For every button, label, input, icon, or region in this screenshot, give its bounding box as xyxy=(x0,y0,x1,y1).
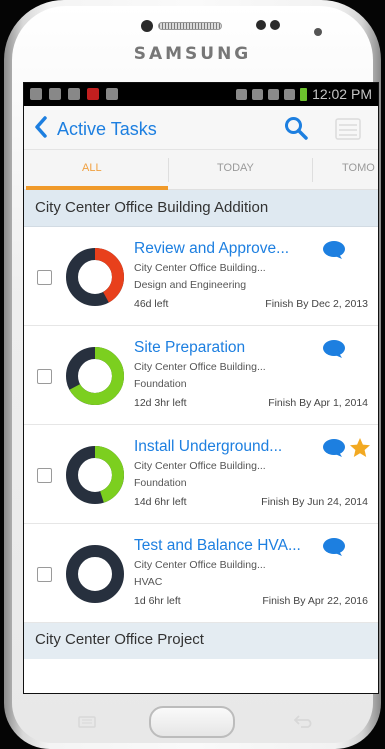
settings-icon xyxy=(68,88,80,100)
task-finish-date: Finish By Dec 2, 2013 xyxy=(265,298,368,310)
progress-label: 45% xyxy=(86,468,103,477)
task-category: Design and Engineering xyxy=(134,279,247,291)
task-category: HVAC xyxy=(134,576,163,588)
usb-icon xyxy=(30,88,42,100)
tab-today[interactable]: TODAY xyxy=(217,162,254,174)
progress-label: 67% xyxy=(86,369,103,378)
task-checkbox[interactable] xyxy=(37,468,52,483)
task-title[interactable]: Site Preparation xyxy=(134,339,245,357)
app-bar: Active Tasks xyxy=(24,106,378,150)
page-title[interactable]: Active Tasks xyxy=(57,119,157,140)
task-time-left: 1d 6hr left xyxy=(134,595,181,607)
comment-icon[interactable] xyxy=(322,339,346,359)
tab-all[interactable]: ALL xyxy=(82,162,102,174)
task-finish-date: Finish By Apr 22, 2016 xyxy=(262,595,368,607)
task-project: City Center Office Building... xyxy=(134,559,266,571)
wifi-icon xyxy=(268,88,280,100)
task-title[interactable]: Install Underground... xyxy=(134,438,282,456)
task-row[interactable]: 67% Site Preparation City Center Office … xyxy=(24,326,378,425)
task-time-left: 14d 6hr left xyxy=(134,496,187,508)
task-category: Foundation xyxy=(134,378,187,390)
task-title[interactable]: Test and Balance HVA... xyxy=(134,537,301,555)
image-icon xyxy=(49,88,61,100)
menu-key-icon[interactable] xyxy=(78,716,96,728)
task-time-left: 12d 3hr left xyxy=(134,397,187,409)
progress-label: 42% xyxy=(86,270,103,279)
task-project: City Center Office Building... xyxy=(134,262,266,274)
active-tab-indicator xyxy=(26,186,168,190)
tab-divider xyxy=(312,158,313,182)
home-button[interactable] xyxy=(149,706,235,738)
task-list: 42% Review and Approve... City Center Of… xyxy=(24,227,378,623)
task-finish-date: Finish By Apr 1, 2014 xyxy=(268,397,368,409)
menu-icon[interactable] xyxy=(335,118,361,140)
earpiece-speaker xyxy=(158,22,222,30)
task-time-left: 46d left xyxy=(134,298,169,310)
task-row[interactable]: 0% Test and Balance HVA... City Center O… xyxy=(24,524,378,623)
front-camera-icon xyxy=(141,20,153,32)
task-checkbox[interactable] xyxy=(37,369,52,384)
comment-icon[interactable] xyxy=(322,240,346,260)
status-bar: 12:02 PM xyxy=(24,83,378,106)
task-checkbox[interactable] xyxy=(37,567,52,582)
back-chevron-icon[interactable] xyxy=(34,116,48,141)
led-indicator-icon xyxy=(314,28,322,36)
task-category: Foundation xyxy=(134,477,187,489)
task-project: City Center Office Building... xyxy=(134,460,266,472)
battery-icon xyxy=(300,87,308,101)
sensor-icon xyxy=(256,20,266,30)
comment-icon[interactable] xyxy=(322,537,346,557)
star-icon[interactable] xyxy=(349,437,371,459)
task-project: City Center Office Building... xyxy=(134,361,266,373)
tab-tomorrow[interactable]: TOMO xyxy=(342,162,375,174)
section-header: City Center Office Building Addition xyxy=(24,190,378,227)
missed-call-icon xyxy=(87,88,99,100)
screenshot-icon xyxy=(106,88,118,100)
sensor-icon xyxy=(270,20,280,30)
filter-tabs: ALL TODAY TOMO xyxy=(24,150,378,190)
task-row[interactable]: 45% Install Underground... City Center O… xyxy=(24,425,378,524)
progress-label: 0% xyxy=(89,567,101,576)
back-key-icon[interactable] xyxy=(293,714,315,728)
tab-divider xyxy=(168,158,169,182)
notification-icons xyxy=(30,88,118,100)
task-row[interactable]: 42% Review and Approve... City Center Of… xyxy=(24,227,378,326)
search-icon[interactable] xyxy=(284,116,308,140)
task-title[interactable]: Review and Approve... xyxy=(134,240,289,258)
system-icons: 12:02 PM xyxy=(236,86,372,102)
task-finish-date: Finish By Jun 24, 2014 xyxy=(261,496,368,508)
mute-icon xyxy=(252,88,264,100)
screen: 12:02 PM Active Tasks ALL TODAY TOMO Cit… xyxy=(23,82,379,694)
device-brand: SAMSUNG xyxy=(133,44,252,64)
status-time: 12:02 PM xyxy=(312,86,372,102)
sync-icon xyxy=(236,88,248,100)
no-signal-icon xyxy=(284,88,296,100)
section-header: City Center Office Project xyxy=(24,623,378,659)
comment-icon[interactable] xyxy=(322,438,346,458)
task-checkbox[interactable] xyxy=(37,270,52,285)
